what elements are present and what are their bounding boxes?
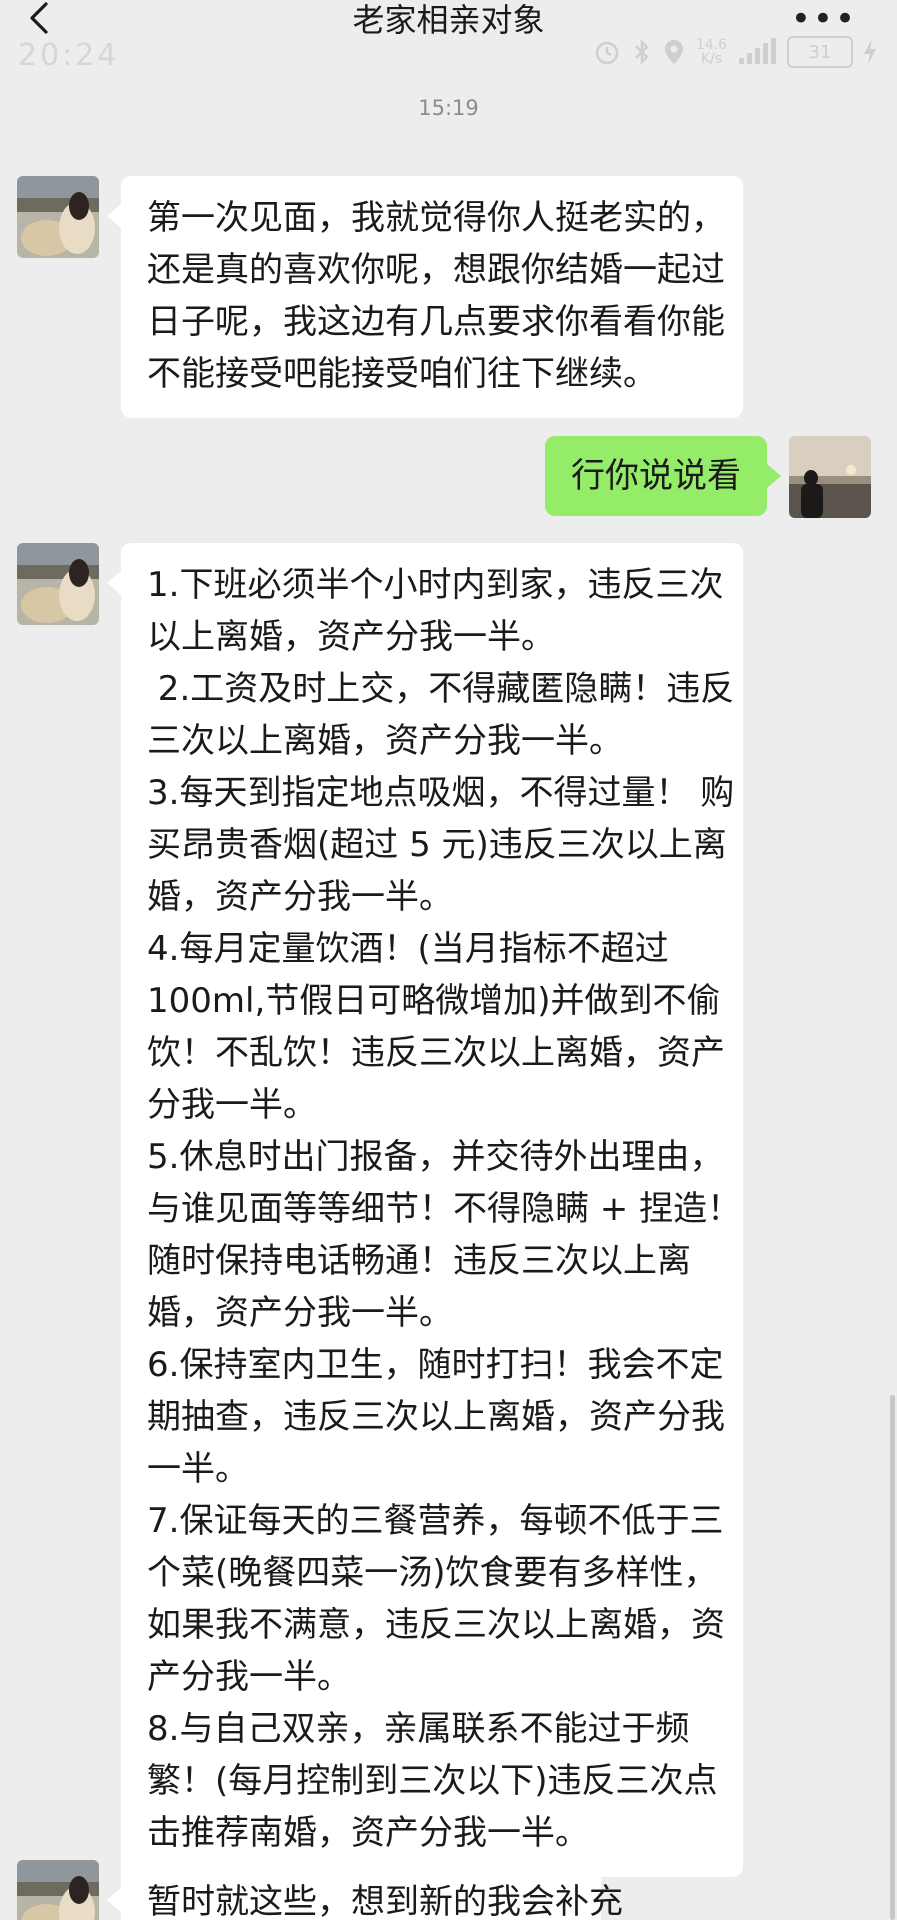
message-bubble-outgoing[interactable]: 行你说说看 <box>545 436 781 516</box>
message-bubble-incoming[interactable]: 1.下班必须半个小时内到家，违反三次 以上离婚，资产分我一半。 2.工资及时上交… <box>107 543 743 1877</box>
message-line: 6.保持室内卫生，随时打扫！我会不定 <box>147 1345 724 1385</box>
message-line: 8.与自己双亲，亲属联系不能过于频 <box>147 1709 690 1749</box>
chat-screen: 老家相亲对象 ••• 20:24 14.6 K/s 31 15:19 第一次见面… <box>0 0 897 1920</box>
message-line: 分我一半。 <box>147 1085 317 1125</box>
message-line: 100ml,节假日可略微增加)并做到不偷 <box>147 981 721 1021</box>
message-line: 期抽查，违反三次以上离婚，资产分我 <box>147 1397 725 1437</box>
network-speed: 14.6 K/s <box>695 37 727 67</box>
message-line: 第一次见面，我就觉得你人挺老实的， <box>147 198 725 238</box>
message-line: 饮！不乱饮！违反三次以上离婚，资产 <box>147 1033 725 1073</box>
bluetooth-icon <box>634 38 649 66</box>
message-line: 一半。 <box>147 1449 249 1489</box>
message-line: 个菜(晚餐四菜一汤)饮食要有多样性， <box>147 1553 718 1593</box>
message-line: 买昂贵香烟(超过 5 元)违反三次以上离 <box>147 825 727 865</box>
signal-icon <box>739 38 776 64</box>
contact-avatar[interactable] <box>17 1860 99 1920</box>
message-bubble-incoming[interactable]: 第一次见面，我就觉得你人挺老实的， 还是真的喜欢你呢，想跟你结婚一起过 日子呢，… <box>107 176 743 418</box>
message-line: 随时保持电话畅通！违反三次以上离 <box>147 1241 691 1281</box>
message-line: 产分我一半。 <box>147 1657 351 1697</box>
status-time: 20:24 <box>18 38 120 73</box>
message-line: 击推荐南婚，资产分我一半。 <box>147 1813 589 1853</box>
message-line: 还是真的喜欢你呢，想跟你结婚一起过 <box>147 250 725 290</box>
battery-indicator: 31 <box>787 36 853 68</box>
scrollbar[interactable] <box>890 1395 895 1920</box>
message-line: 婚，资产分我一半。 <box>147 1293 453 1333</box>
contact-avatar[interactable] <box>17 176 99 258</box>
message-line: 日子呢，我这边有几点要求你看看你能 <box>147 302 725 342</box>
message-line: 三次以上离婚，资产分我一半。 <box>147 721 623 761</box>
message-line: 婚，资产分我一半。 <box>147 877 453 917</box>
my-avatar[interactable] <box>789 436 871 518</box>
message-line: 以上离婚，资产分我一半。 <box>147 617 555 657</box>
more-options-button[interactable]: ••• <box>791 2 857 36</box>
message-line: 行你说说看 <box>571 456 741 496</box>
message-line: 暂时就这些，想到新的我会补充 <box>147 1882 623 1920</box>
message-line: 5.休息时出门报备，并交待外出理由， <box>147 1137 724 1177</box>
message-timestamp: 15:19 <box>418 96 479 120</box>
message-line: 繁！(每月控制到三次以下)违反三次点 <box>147 1761 718 1801</box>
location-icon <box>664 40 683 64</box>
message-line: 与谁见面等等细节！不得隐瞒 + 捏造！ <box>147 1189 742 1229</box>
message-line: 7.保证每天的三餐营养，每顿不低于三 <box>147 1501 724 1541</box>
message-bubble-incoming[interactable]: 暂时就这些，想到新的我会补充 <box>107 1860 623 1920</box>
status-icons: 14.6 K/s 31 <box>592 36 877 68</box>
contact-avatar[interactable] <box>17 543 99 625</box>
alarm-icon <box>595 41 619 65</box>
message-line: 1.下班必须半个小时内到家，违反三次 <box>147 565 724 605</box>
message-line: 如果我不满意，违反三次以上离婚，资 <box>147 1605 725 1645</box>
chat-title: 老家相亲对象 <box>352 1 545 39</box>
message-line: 4.每月定量饮酒！(当月指标不超过 <box>147 929 669 969</box>
message-line: 2.工资及时上交，不得藏匿隐瞒！违反 <box>147 669 735 709</box>
charging-icon <box>864 39 876 65</box>
message-line: 3.每天到指定地点吸烟，不得过量！ 购 <box>147 773 735 813</box>
message-line: 不能接受吧能接受咱们往下继续。 <box>147 354 657 394</box>
